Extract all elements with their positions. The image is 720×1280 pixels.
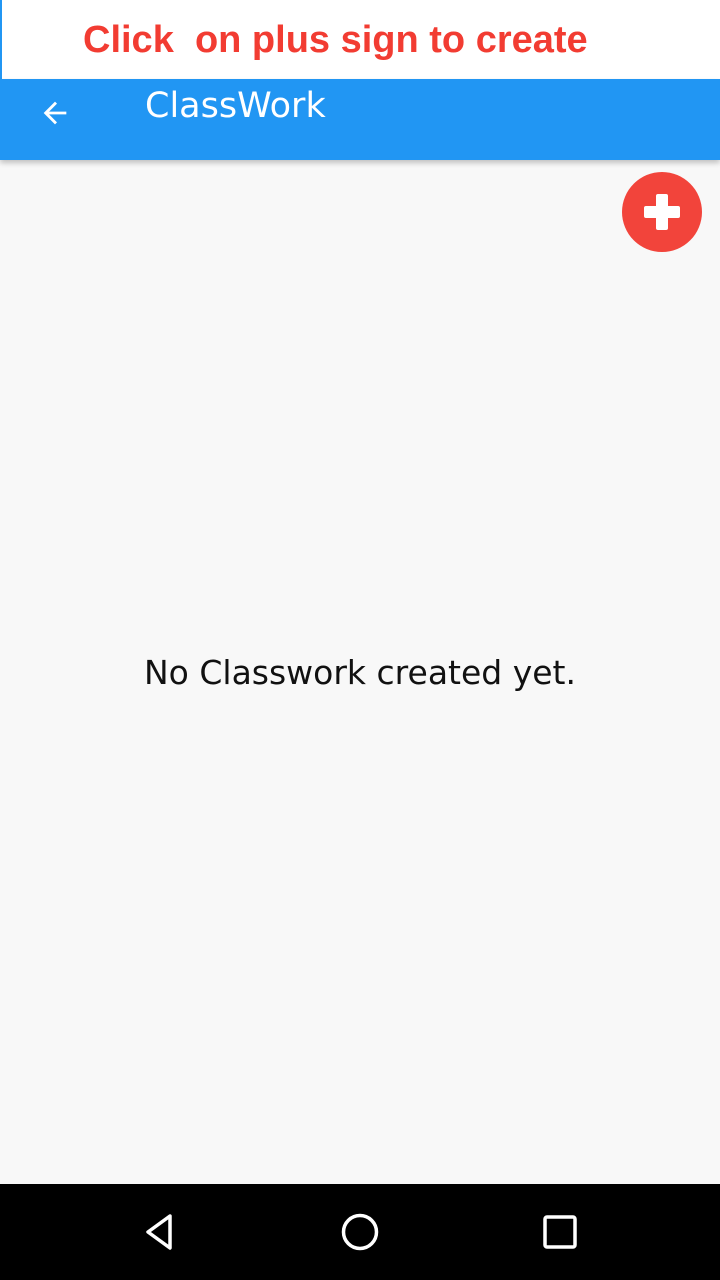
- app-bar: ClassWork: [0, 79, 720, 160]
- arrow-left-icon: [43, 101, 67, 125]
- square-recents-icon: [543, 1215, 577, 1249]
- back-button[interactable]: [22, 87, 88, 139]
- instruction-text: Click on plus sign to create: [83, 19, 588, 61]
- screen: Click on plus sign to create ClassWork N…: [0, 0, 720, 1280]
- add-classwork-button[interactable]: [622, 172, 702, 252]
- nav-home-button[interactable]: [336, 1208, 384, 1256]
- instruction-banner: Click on plus sign to create: [0, 0, 720, 79]
- plus-icon: [644, 194, 680, 230]
- nav-back-button[interactable]: [136, 1208, 184, 1256]
- page-title: ClassWork: [145, 86, 326, 126]
- nav-recents-button[interactable]: [536, 1208, 584, 1256]
- empty-state-message: No Classwork created yet.: [144, 653, 576, 692]
- system-nav-bar: [0, 1184, 720, 1280]
- circle-home-icon: [341, 1213, 379, 1251]
- triangle-back-icon: [146, 1214, 172, 1250]
